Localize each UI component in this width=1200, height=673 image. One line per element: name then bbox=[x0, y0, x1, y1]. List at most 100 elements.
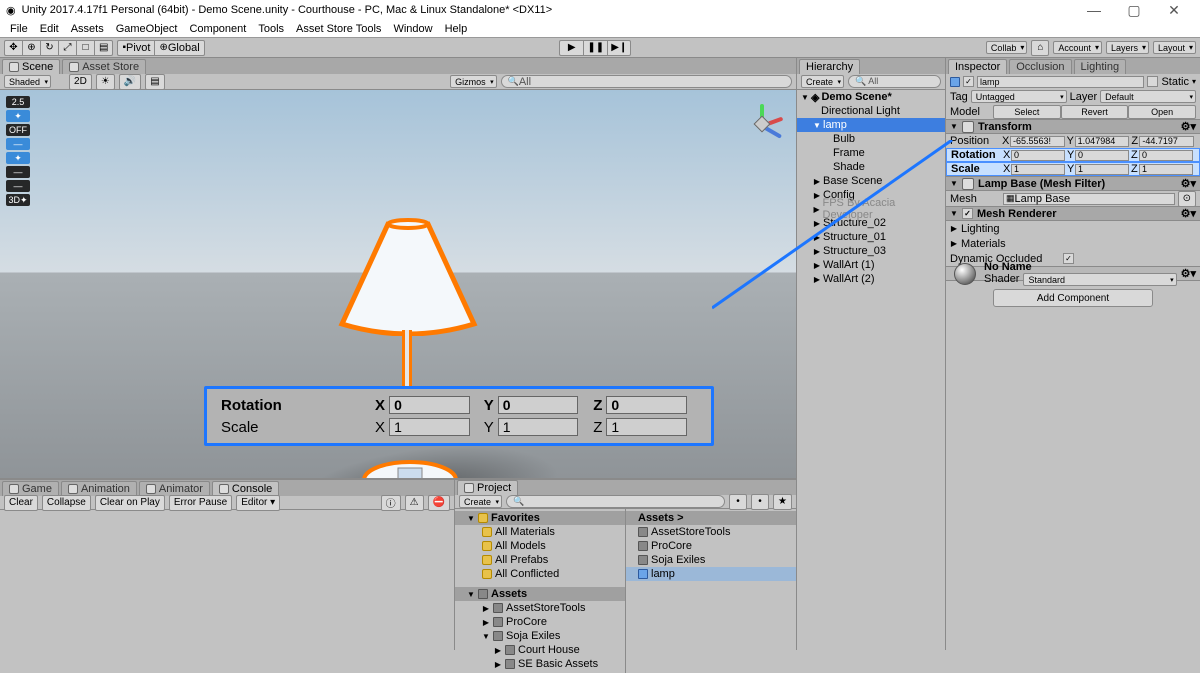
ctl-6[interactable]: — bbox=[6, 180, 30, 192]
shaded-dropdown[interactable]: Shaded bbox=[4, 75, 51, 88]
mesh-field[interactable]: ▦ Lamp Base bbox=[1003, 193, 1175, 205]
grid-sojaexiles[interactable]: Soja Exiles bbox=[626, 553, 796, 567]
asset-courthouse[interactable]: ▶Court House bbox=[455, 643, 625, 657]
favorites-header[interactable]: ▼Favorites bbox=[455, 511, 625, 525]
fx-toggle[interactable]: ▤ bbox=[145, 74, 164, 90]
tab-animator[interactable]: Animator bbox=[139, 481, 210, 496]
grid-procore[interactable]: ProCore bbox=[626, 539, 796, 553]
project-create[interactable]: Create bbox=[459, 495, 502, 508]
scene-search[interactable]: 🔍 All bbox=[501, 75, 792, 88]
materials-foldout[interactable]: Materials bbox=[961, 238, 1006, 250]
meshfilter-header[interactable]: ▼Lamp Base (Mesh Filter)⚙▾ bbox=[946, 176, 1200, 191]
asset-sojaexiles[interactable]: ▼Soja Exiles bbox=[455, 629, 625, 643]
close-button[interactable]: ✕ bbox=[1154, 2, 1194, 19]
material-header[interactable]: No Name ShaderStandard ⚙▾ bbox=[946, 266, 1200, 281]
menu-assetstoretools[interactable]: Asset Store Tools bbox=[290, 23, 387, 35]
lamp-stem[interactable] bbox=[402, 330, 412, 390]
name-field[interactable]: lamp bbox=[977, 76, 1144, 88]
model-open[interactable]: Open bbox=[1128, 105, 1196, 119]
scale-z[interactable]: 1 bbox=[1139, 164, 1193, 175]
hierarchy-create[interactable]: Create bbox=[801, 75, 844, 88]
callout-rot-y[interactable]: 0 bbox=[498, 396, 579, 414]
pos-z[interactable]: -44.7197 bbox=[1139, 136, 1194, 147]
h-scene-root[interactable]: ▼◈ Demo Scene* bbox=[797, 90, 945, 104]
lamp-base[interactable] bbox=[360, 458, 460, 478]
scale-y[interactable]: 1 bbox=[1075, 164, 1129, 175]
scale-x[interactable]: 1 bbox=[1011, 164, 1065, 175]
callout-scale-z[interactable]: 1 bbox=[606, 418, 687, 436]
tab-scene[interactable]: Scene bbox=[2, 59, 60, 74]
component-menu-icon[interactable]: ⚙▾ bbox=[1181, 267, 1196, 280]
active-checkbox[interactable]: ✓ bbox=[963, 76, 974, 87]
h-bulb[interactable]: Bulb bbox=[797, 132, 945, 146]
cloud-button[interactable]: ⌂ bbox=[1031, 40, 1049, 56]
menu-window[interactable]: Window bbox=[387, 23, 438, 35]
asset-sebasic[interactable]: ▶SE Basic Assets bbox=[455, 657, 625, 671]
model-select[interactable]: Select bbox=[993, 105, 1061, 119]
2d-toggle[interactable]: 2D bbox=[69, 74, 92, 90]
rect-tool[interactable]: □ bbox=[76, 40, 94, 56]
fav-all-prefabs[interactable]: All Prefabs bbox=[455, 553, 625, 567]
minimize-button[interactable]: — bbox=[1074, 2, 1114, 18]
project-filter-1[interactable]: • bbox=[729, 494, 747, 510]
menu-file[interactable]: File bbox=[4, 23, 34, 35]
model-revert[interactable]: Revert bbox=[1061, 105, 1129, 119]
move-tool[interactable]: ⊕ bbox=[22, 40, 40, 56]
mesh-picker[interactable]: ⊙ bbox=[1178, 191, 1196, 207]
assets-header[interactable]: ▼Assets bbox=[455, 587, 625, 601]
asset-procore[interactable]: ▶ProCore bbox=[455, 615, 625, 629]
scale-tool[interactable]: ⤢ bbox=[58, 40, 76, 56]
menu-tools[interactable]: Tools bbox=[252, 23, 290, 35]
unified-tool[interactable]: ▤ bbox=[94, 40, 113, 56]
console-filter-warn[interactable]: ⚠ bbox=[405, 495, 424, 511]
menu-edit[interactable]: Edit bbox=[34, 23, 65, 35]
gizmos-dropdown[interactable]: Gizmos bbox=[450, 75, 497, 88]
collab-dropdown[interactable]: Collab bbox=[986, 41, 1028, 54]
callout-scale-y[interactable]: 1 bbox=[498, 418, 579, 436]
menu-help[interactable]: Help bbox=[439, 23, 474, 35]
ctl-light[interactable]: ✦ bbox=[6, 110, 30, 122]
add-component-button[interactable]: Add Component bbox=[993, 289, 1153, 307]
menu-component[interactable]: Component bbox=[183, 23, 252, 35]
tag-dropdown[interactable]: Untagged bbox=[971, 90, 1067, 103]
h-structure03[interactable]: ▶Structure_03 bbox=[797, 244, 945, 258]
console-filter-info[interactable]: ⓘ bbox=[381, 495, 401, 511]
ctl-5[interactable]: — bbox=[6, 166, 30, 178]
audio-toggle[interactable]: 🔊 bbox=[119, 74, 141, 90]
h-wallart1[interactable]: ▶WallArt (1) bbox=[797, 258, 945, 272]
rot-x[interactable]: 0 bbox=[1011, 150, 1065, 161]
tab-inspector[interactable]: Inspector bbox=[948, 59, 1007, 74]
tab-lighting[interactable]: Lighting bbox=[1074, 59, 1127, 74]
transform-header[interactable]: ▼Transform⚙▾ bbox=[946, 119, 1200, 134]
tab-game[interactable]: Game bbox=[2, 481, 59, 496]
tab-project[interactable]: Project bbox=[457, 480, 518, 495]
h-wallart2[interactable]: ▶WallArt (2) bbox=[797, 272, 945, 286]
pivot-button[interactable]: ▪ Pivot bbox=[117, 40, 154, 56]
shader-dropdown[interactable]: Standard bbox=[1023, 273, 1176, 286]
rot-y[interactable]: 0 bbox=[1075, 150, 1129, 161]
h-structure01[interactable]: ▶Structure_01 bbox=[797, 230, 945, 244]
component-menu-icon[interactable]: ⚙▾ bbox=[1181, 207, 1196, 220]
pause-button[interactable]: ❚❚ bbox=[583, 40, 607, 56]
tab-occlusion[interactable]: Occlusion bbox=[1009, 59, 1071, 74]
menu-gameobject[interactable]: GameObject bbox=[110, 23, 184, 35]
lamp-shade[interactable] bbox=[338, 216, 478, 336]
tab-hierarchy[interactable]: Hierarchy bbox=[799, 59, 860, 74]
h-frame[interactable]: Frame bbox=[797, 146, 945, 160]
layers-dropdown[interactable]: Layers bbox=[1106, 41, 1149, 54]
ctl-off[interactable]: OFF bbox=[6, 124, 30, 136]
tab-asset-store[interactable]: Asset Store bbox=[62, 59, 146, 74]
h-directional-light[interactable]: Directional Light bbox=[797, 104, 945, 118]
tab-animation[interactable]: Animation bbox=[61, 481, 137, 496]
callout-scale-x[interactable]: 1 bbox=[389, 418, 470, 436]
maximize-button[interactable]: ▢ bbox=[1114, 2, 1154, 19]
callout-rot-x[interactable]: 0 bbox=[389, 396, 470, 414]
pos-x[interactable]: -65.5563! bbox=[1010, 136, 1065, 147]
fav-all-conflicted[interactable]: All Conflicted bbox=[455, 567, 625, 581]
ctl-scale[interactable]: 2.5 bbox=[6, 96, 30, 108]
project-search[interactable]: 🔍 bbox=[506, 495, 725, 508]
callout-rot-z[interactable]: 0 bbox=[606, 396, 687, 414]
component-menu-icon[interactable]: ⚙▾ bbox=[1181, 120, 1196, 133]
project-filter-2[interactable]: • bbox=[751, 494, 769, 510]
account-dropdown[interactable]: Account bbox=[1053, 41, 1102, 54]
